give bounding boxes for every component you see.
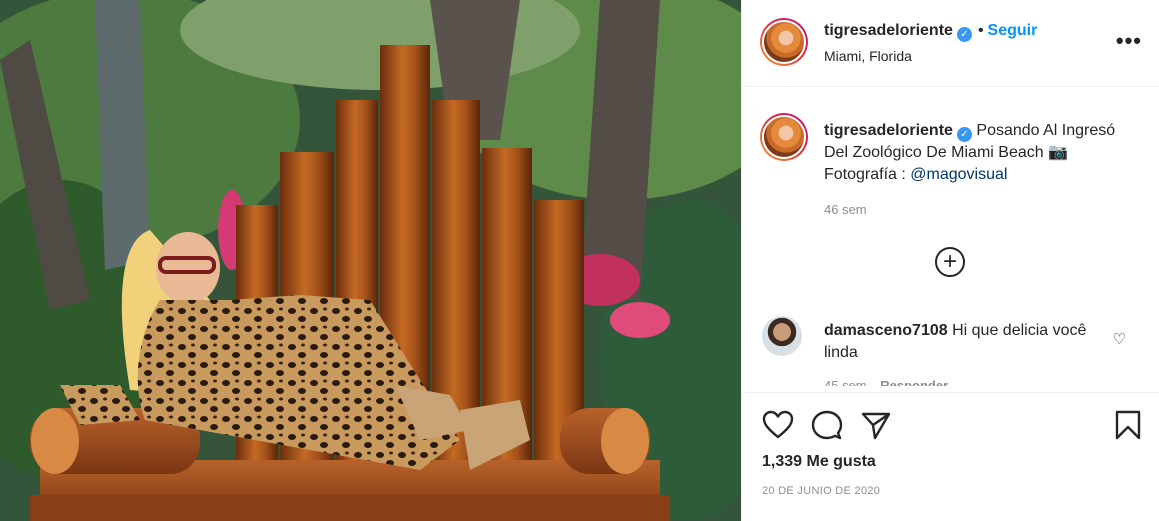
camera-emoji-icon: 📷 bbox=[1048, 144, 1069, 161]
comment-timestamp[interactable]: 45 sem bbox=[824, 378, 867, 386]
author-username[interactable]: tigresadeloriente bbox=[824, 22, 953, 39]
comment-meta: 45 sem Responder bbox=[824, 378, 948, 386]
caption-timestamp[interactable]: 46 sem bbox=[824, 202, 867, 217]
photo-credit-prefix: Fotografía : bbox=[824, 166, 906, 183]
commenter-avatar[interactable] bbox=[762, 316, 802, 356]
post-location[interactable]: Miami, Florida bbox=[824, 48, 912, 64]
load-more-comments-button[interactable]: + bbox=[935, 247, 965, 277]
verified-badge-icon: ✓ bbox=[956, 127, 972, 142]
header-user-row: tigresadeloriente ✓ • Seguir bbox=[824, 22, 1037, 42]
heart-icon[interactable] bbox=[762, 409, 794, 441]
comment-text: damasceno7108 Hi que delicia você linda bbox=[824, 320, 1094, 364]
post-image bbox=[0, 0, 741, 521]
post-details-panel: tigresadeloriente ✓ • Seguir Miami, Florida… bbox=[741, 0, 1159, 521]
caption-author-avatar[interactable] bbox=[760, 113, 808, 161]
reply-button[interactable]: Responder bbox=[880, 378, 948, 386]
post-photo[interactable] bbox=[0, 0, 741, 521]
post-actions: 1,339 Me gusta 20 DE JUNIO DE 2020 bbox=[742, 392, 1159, 521]
comment-item: damasceno7108 Hi que delicia você linda … bbox=[742, 316, 1159, 386]
likes-count[interactable]: 1,339 Me gusta bbox=[762, 453, 876, 471]
author-avatar[interactable] bbox=[760, 18, 808, 66]
mention-link[interactable]: @magovisual bbox=[910, 166, 1007, 183]
bookmark-icon[interactable] bbox=[1112, 409, 1144, 441]
post-date[interactable]: 20 DE JUNIO DE 2020 bbox=[762, 485, 880, 497]
caption-username[interactable]: tigresadeloriente bbox=[824, 122, 953, 139]
commenter-username[interactable]: damasceno7108 bbox=[824, 322, 948, 339]
share-icon[interactable] bbox=[860, 409, 892, 441]
verified-badge-icon: ✓ bbox=[956, 27, 972, 42]
more-options-button[interactable]: ••• bbox=[1116, 30, 1142, 52]
comment-like-heart-icon[interactable]: ♡ bbox=[1113, 330, 1126, 348]
follow-button[interactable]: Seguir bbox=[988, 22, 1038, 39]
post-header: tigresadeloriente ✓ • Seguir Miami, Florida… bbox=[742, 0, 1159, 87]
separator-dot: • bbox=[977, 22, 984, 39]
comment-icon[interactable] bbox=[811, 409, 843, 441]
caption-text: tigresadeloriente ✓ Posando Al Ingresó De… bbox=[824, 120, 1124, 186]
